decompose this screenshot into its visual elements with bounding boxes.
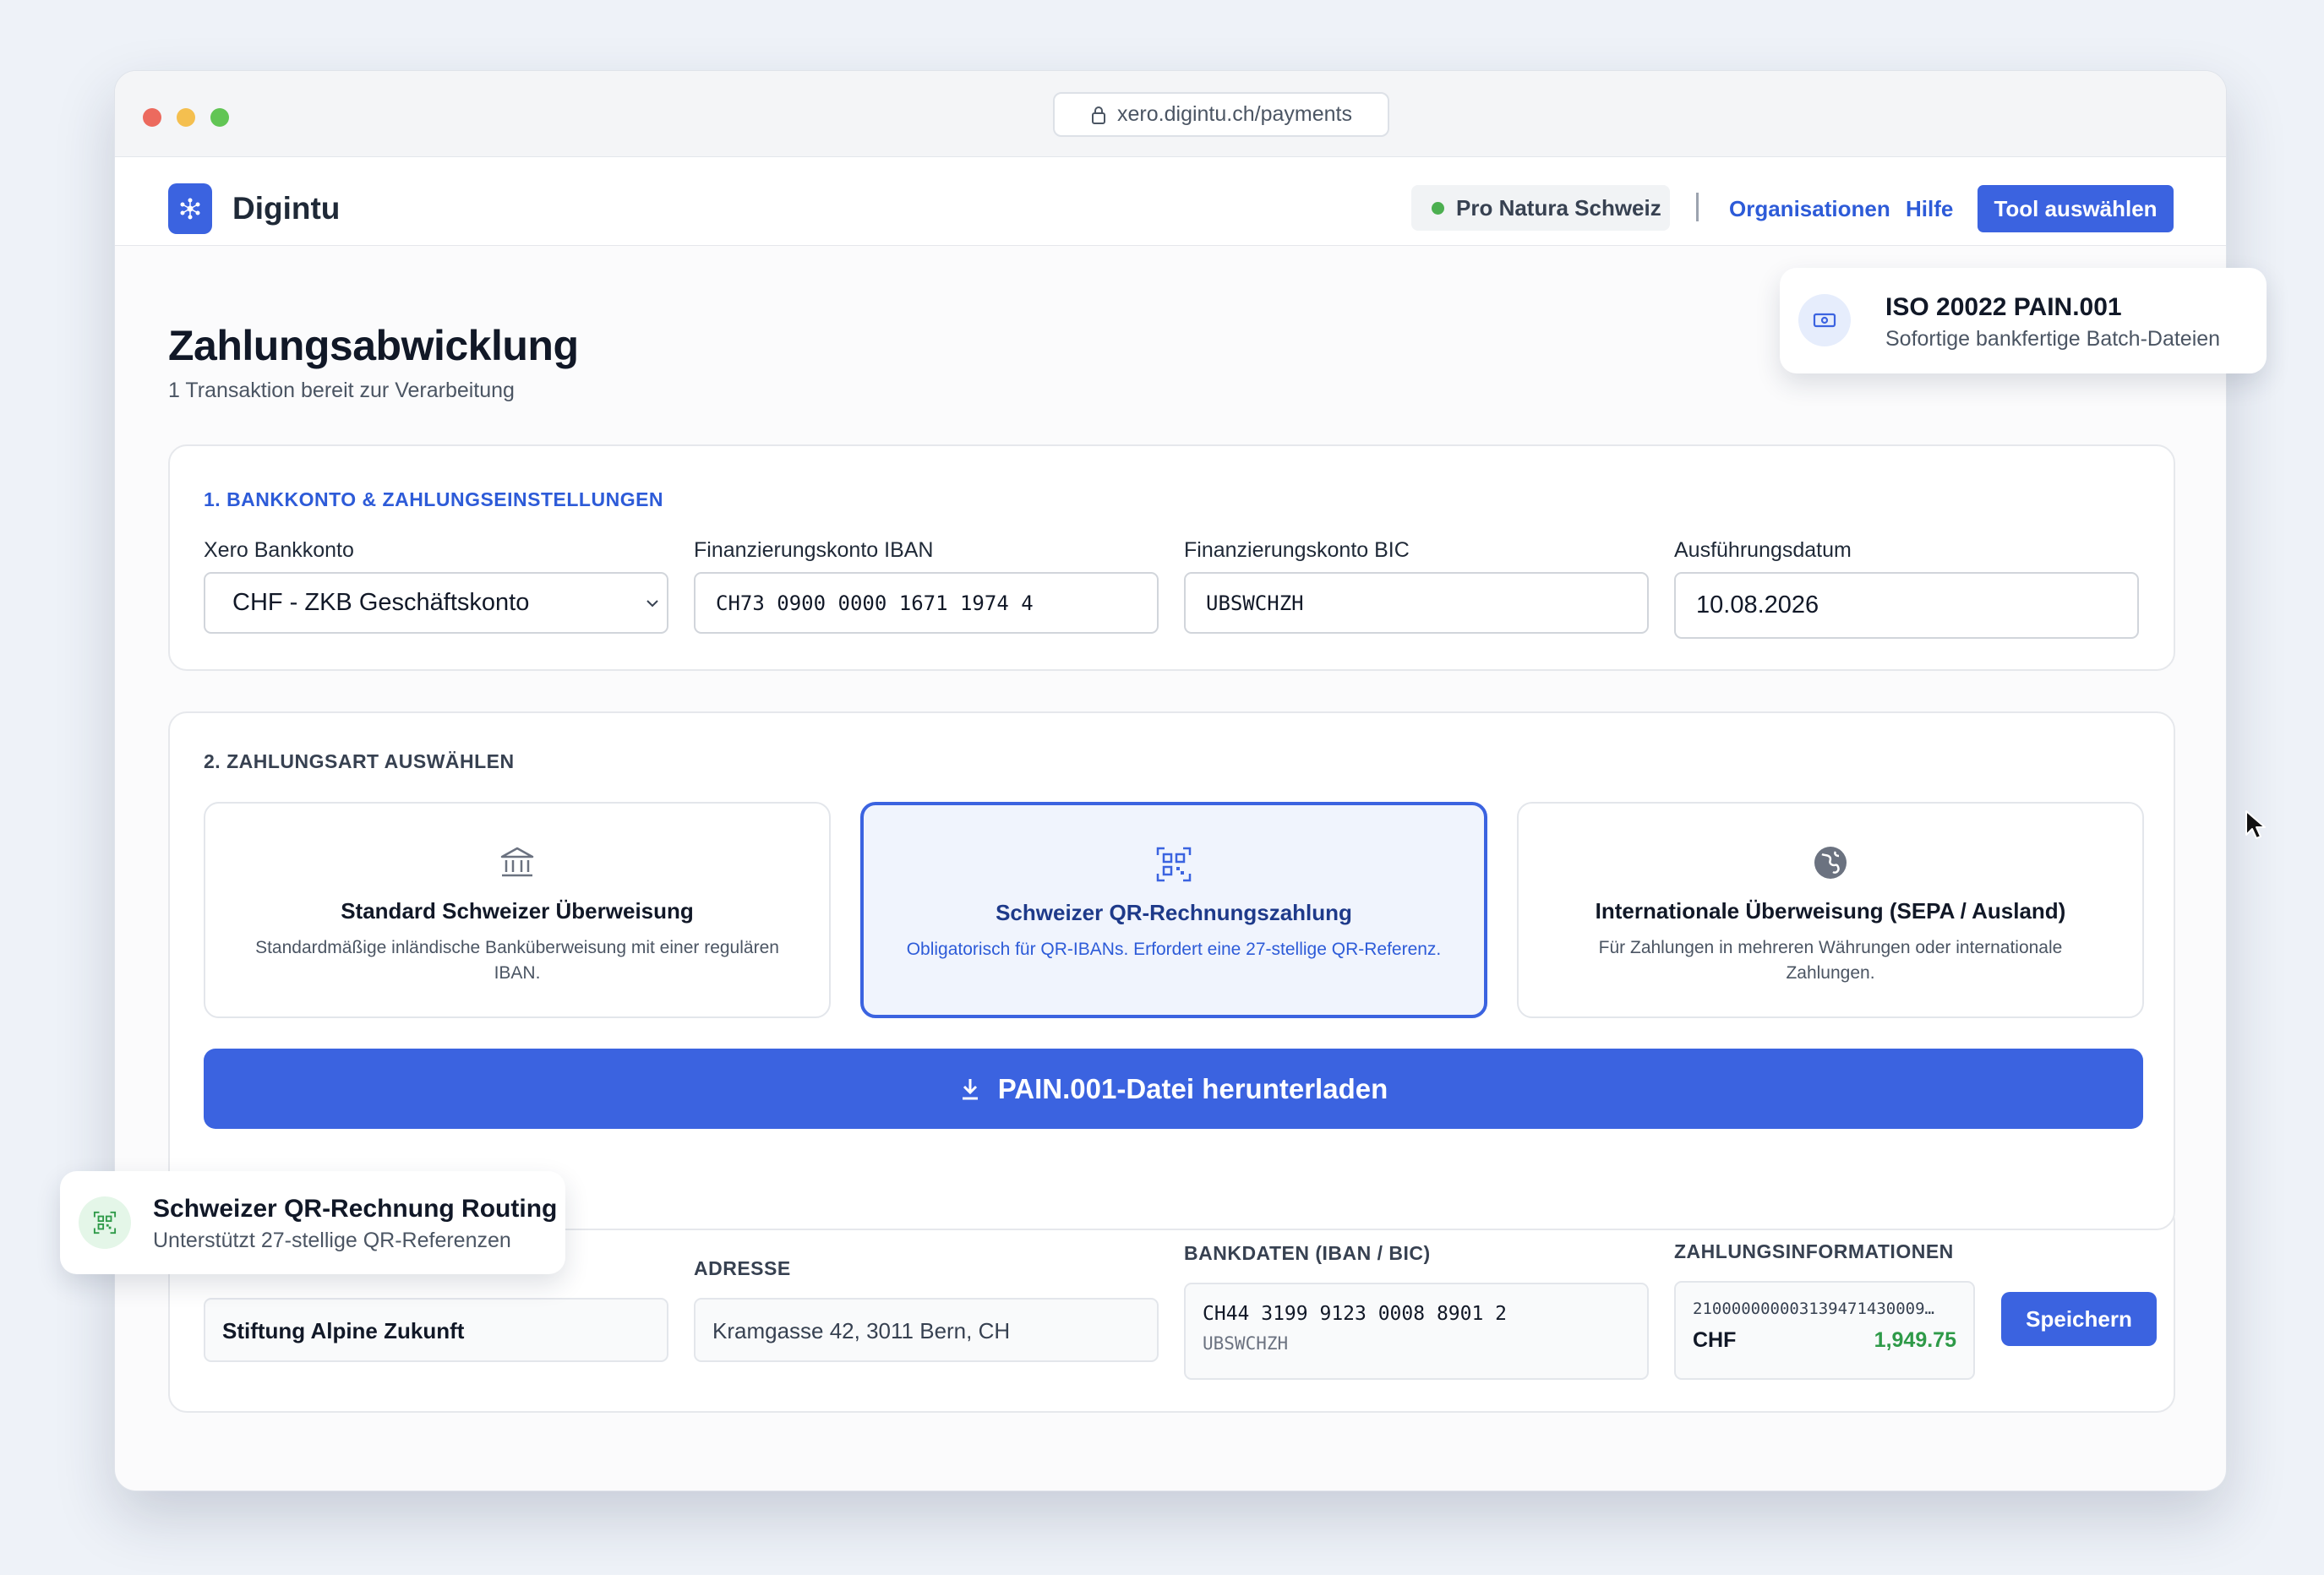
option-qr-title: Schweizer QR-Rechnungszahlung [996, 900, 1352, 925]
option-standard-description: Standardmäßige inländische Banküberweisu… [255, 938, 779, 983]
bank-column-header: BANKDATEN (IBAN / BIC) [1184, 1242, 1431, 1264]
iso-badge-title: ISO 20022 PAIN.001 [1885, 293, 2122, 321]
organization-name: Pro Natura Schweiz [1456, 194, 1661, 221]
close-window-button[interactable] [143, 108, 161, 127]
iban-input[interactable]: CH73 0900 0000 1671 1974 4 [694, 572, 1159, 634]
payment-type-title: 2. ZAHLUNGSART AUSWÄHLEN [204, 750, 515, 772]
payment-column-header: ZAHLUNGSINFORMATIONEN [1674, 1240, 1954, 1262]
bank-settings-card: 1. BANKKONTO & ZAHLUNGSEINSTELLUNGEN Xer… [168, 444, 2175, 671]
iban-label: Finanzierungskonto IBAN [694, 538, 934, 562]
recipient-name-field[interactable]: Stiftung Alpine Zukunft [204, 1298, 668, 1362]
currency: CHF [1693, 1328, 1737, 1352]
option-standard-title: Standard Schweizer Überweisung [341, 898, 694, 924]
qr-badge-subtitle: Unterstützt 27-stellige QR-Referenzen [153, 1229, 511, 1252]
url-text: xero.digintu.ch/payments [1117, 102, 1352, 126]
nav-organizations-link[interactable]: Organisationen [1729, 196, 1890, 222]
save-button[interactable]: Speichern [2001, 1292, 2157, 1346]
bic-input[interactable]: UBSWCHZH [1184, 572, 1649, 634]
address-field[interactable]: Kramgasse 42, 3011 Bern, CH [694, 1298, 1159, 1362]
bic-label: Finanzierungskonto BIC [1184, 538, 1410, 562]
brand-logo[interactable] [168, 183, 212, 234]
globe-icon [1814, 847, 1847, 879]
network-logo-icon [180, 198, 200, 220]
option-standard-transfer[interactable]: Standard Schweizer Überweisung Standardm… [204, 802, 831, 1018]
address-bar[interactable]: xero.digintu.ch/payments [1053, 92, 1389, 137]
qr-code-icon [93, 1211, 117, 1234]
mouse-cursor-icon [2245, 810, 2266, 839]
download-pain-button[interactable]: PAIN.001-Datei herunterladen [204, 1049, 2143, 1129]
brand-name: Digintu [232, 191, 341, 226]
qr-badge-title: Schweizer QR-Rechnung Routing [153, 1195, 558, 1223]
status-dot-icon [1432, 201, 1444, 215]
maximize-window-button[interactable] [210, 108, 229, 127]
option-international-transfer[interactable]: Internationale Überweisung (SEPA / Ausla… [1517, 802, 2144, 1018]
qr-routing-badge: Schweizer QR-Rechnung Routing Unterstütz… [60, 1171, 565, 1274]
payment-type-card: 2. ZAHLUNGSART AUSWÄHLEN Standard Schwei… [168, 711, 2175, 1230]
page-subtitle: 1 Transaktion bereit zur Verarbeitung [168, 379, 515, 402]
nav-help-link[interactable]: Hilfe [1906, 196, 1953, 222]
banknote-icon [1813, 313, 1836, 328]
app-header: Digintu Pro Natura Schweiz Organisatione… [115, 157, 2226, 246]
iso-feature-badge: ISO 20022 PAIN.001 Sofortige bankfertige… [1780, 268, 2267, 373]
organization-chip[interactable]: Pro Natura Schweiz [1411, 185, 1670, 231]
recipient-iban: CH44 3199 9123 0008 8901 2 [1203, 1303, 1508, 1325]
bic-value: UBSWCHZH [1206, 591, 1304, 615]
select-tool-button[interactable]: Tool auswählen [1978, 185, 2174, 232]
address-column-header: ADRESSE [694, 1257, 791, 1279]
page-title: Zahlungsabwicklung [168, 322, 579, 369]
qr-reference: 210000000003139471430009… [1693, 1300, 1934, 1318]
execution-date-value: 10.08.2026 [1696, 591, 1819, 619]
qr-code-icon [1156, 847, 1192, 882]
nav-separator [1696, 193, 1699, 221]
xero-account-value: CHF - ZKB Geschäftskonto [232, 589, 530, 616]
browser-titlebar: xero.digintu.ch/payments [115, 71, 2226, 157]
download-icon [962, 1078, 978, 1099]
payment-info-field[interactable]: 210000000003139471430009… CHF 1,949.75 [1674, 1281, 1975, 1380]
bank-settings-title: 1. BANKKONTO & ZAHLUNGSEINSTELLUNGEN [204, 488, 664, 510]
iso-badge-subtitle: Sofortige bankfertige Batch-Dateien [1885, 327, 2221, 351]
chevron-down-icon [646, 600, 658, 608]
qr-badge-icon-wrap [79, 1196, 131, 1249]
xero-account-select[interactable]: CHF - ZKB Geschäftskonto [204, 572, 668, 634]
iso-badge-icon-wrap [1798, 294, 1851, 346]
bank-icon [500, 847, 534, 877]
execution-date-label: Ausführungsdatum [1674, 538, 1852, 562]
option-qr-bill[interactable]: Schweizer QR-Rechnungszahlung Obligatori… [860, 802, 1487, 1018]
download-button-label: PAIN.001-Datei herunterladen [997, 1072, 1388, 1104]
lock-icon [1092, 106, 1106, 124]
recipient-bic: UBSWCHZH [1203, 1333, 1289, 1354]
amount: 1,949.75 [1874, 1328, 1956, 1352]
iban-value: CH73 0900 0000 1671 1974 4 [716, 591, 1034, 615]
minimize-window-button[interactable] [177, 108, 195, 127]
option-qr-description: Obligatorisch für QR-IBANs. Erfordert ei… [906, 940, 1442, 959]
bank-details-field[interactable]: CH44 3199 9123 0008 8901 2 UBSWCHZH [1184, 1283, 1649, 1380]
execution-date-input[interactable]: 10.08.2026 [1674, 572, 2139, 639]
xero-account-label: Xero Bankkonto [204, 538, 354, 562]
option-international-description: Für Zahlungen in mehreren Währungen oder… [1598, 938, 2063, 983]
option-international-title: Internationale Überweisung (SEPA / Ausla… [1595, 898, 2066, 924]
